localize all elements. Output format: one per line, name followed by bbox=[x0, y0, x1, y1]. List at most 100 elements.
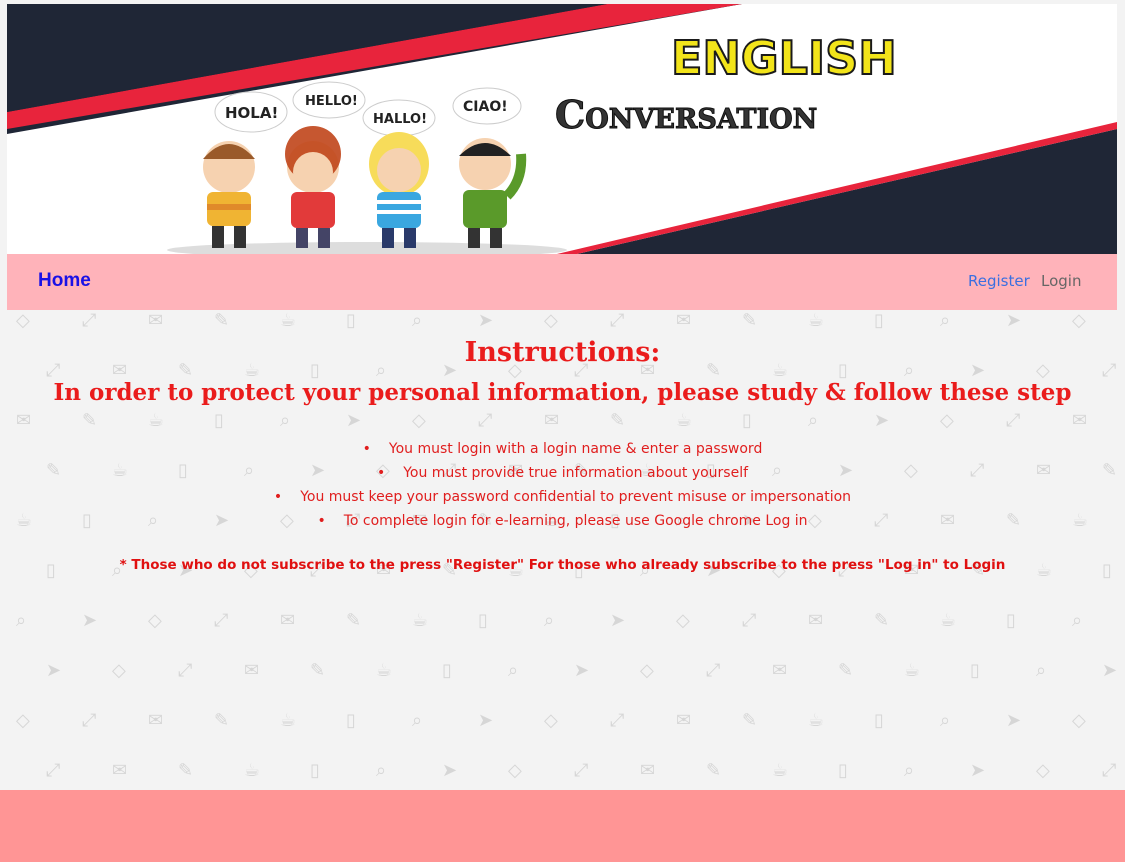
pattern-glyph: ⌕ bbox=[544, 610, 555, 631]
pattern-glyph: ☕ bbox=[808, 710, 825, 731]
pattern-glyph: ▯ bbox=[346, 310, 356, 331]
pattern-glyph: ➤ bbox=[610, 610, 626, 631]
pattern-glyph: ⌕ bbox=[376, 760, 387, 781]
pattern-glyph: ⤢ bbox=[610, 310, 625, 331]
carousel-next-button[interactable]: › bbox=[1019, 112, 1049, 152]
pattern-glyph: ✎ bbox=[742, 710, 758, 731]
pattern-glyph: ✉ bbox=[676, 310, 692, 331]
list-item: • You must login with a login name & ente… bbox=[0, 437, 1125, 461]
login-link[interactable]: Login bbox=[1041, 272, 1081, 290]
pattern-glyph: ☕ bbox=[412, 610, 429, 631]
pattern-glyph: ◇ bbox=[508, 760, 522, 781]
pattern-glyph: ✎ bbox=[838, 660, 854, 681]
pattern-glyph: ➤ bbox=[82, 610, 98, 631]
list-item: • You must keep your password confidentia… bbox=[0, 485, 1125, 509]
step-text: You must provide true information about … bbox=[403, 465, 749, 481]
instructions-section: Instructions: In order to protect your p… bbox=[0, 335, 1125, 573]
pattern-glyph: ⌕ bbox=[904, 760, 915, 781]
bullet: • bbox=[317, 513, 326, 529]
carousel-indicator-1[interactable] bbox=[511, 224, 541, 227]
pattern-glyph: ✎ bbox=[214, 310, 230, 331]
step-text: You must login with a login name & enter… bbox=[388, 441, 763, 457]
pattern-glyph: ☕ bbox=[376, 660, 393, 681]
pattern-glyph: ➤ bbox=[1006, 710, 1022, 731]
pattern-glyph: ✎ bbox=[346, 610, 362, 631]
pattern-glyph: ▯ bbox=[346, 710, 356, 731]
pattern-glyph: ◇ bbox=[1036, 760, 1050, 781]
pattern-glyph: ◇ bbox=[544, 710, 558, 731]
pattern-glyph: ⤢ bbox=[742, 610, 757, 631]
home-link[interactable]: Home bbox=[38, 270, 91, 292]
pattern-glyph: ✉ bbox=[148, 710, 164, 731]
pattern-glyph: ✎ bbox=[310, 660, 326, 681]
bullet: • bbox=[273, 489, 283, 505]
instructions-subtitle: In order to protect your personal inform… bbox=[53, 379, 1072, 406]
pattern-glyph: ✎ bbox=[178, 760, 194, 781]
character-yellow-shirt bbox=[203, 141, 255, 248]
pattern-glyph: ◇ bbox=[16, 310, 30, 331]
pattern-glyph: ⤢ bbox=[46, 760, 61, 781]
carousel-indicator-2[interactable] bbox=[547, 224, 577, 227]
pattern-glyph: ⌕ bbox=[16, 610, 27, 631]
pattern-glyph: ▯ bbox=[310, 760, 320, 781]
speech-bubble-hello: HELLO! bbox=[292, 81, 366, 119]
pattern-glyph: ◇ bbox=[676, 610, 690, 631]
pattern-glyph: ▯ bbox=[442, 660, 452, 681]
pattern-glyph: ⌕ bbox=[940, 710, 951, 731]
pattern-glyph: ☕ bbox=[280, 310, 297, 331]
pattern-glyph: ✎ bbox=[706, 760, 722, 781]
pattern-glyph: ➤ bbox=[1102, 660, 1118, 681]
pattern-glyph: ⤢ bbox=[214, 610, 229, 631]
pattern-glyph: ⌕ bbox=[1036, 660, 1047, 681]
pattern-glyph: ➤ bbox=[478, 310, 494, 331]
pattern-glyph: ◇ bbox=[544, 310, 558, 331]
speech-bubble-hola: HOLA! bbox=[214, 91, 288, 133]
pattern-glyph: ▯ bbox=[478, 610, 488, 631]
bullet: • bbox=[376, 465, 386, 481]
pattern-glyph: ⌕ bbox=[412, 710, 423, 731]
pattern-glyph: ➤ bbox=[574, 660, 590, 681]
chevron-left-icon: ‹ bbox=[86, 114, 98, 149]
chevron-right-icon: › bbox=[1028, 114, 1040, 149]
pattern-glyph: ✉ bbox=[808, 610, 824, 631]
pattern-glyph: ⌕ bbox=[412, 310, 423, 331]
carousel-indicator-3[interactable] bbox=[583, 224, 613, 227]
pattern-glyph: ⤢ bbox=[706, 660, 721, 681]
pattern-glyph: ⤢ bbox=[1102, 760, 1117, 781]
navbar: Home Register Login bbox=[7, 254, 1117, 310]
pattern-glyph: ☕ bbox=[772, 760, 789, 781]
pattern-glyph: ▯ bbox=[874, 710, 884, 731]
pattern-glyph: ⌕ bbox=[940, 310, 951, 331]
pattern-glyph: ✎ bbox=[874, 610, 890, 631]
pattern-glyph: ✎ bbox=[742, 310, 758, 331]
carousel-prev-button[interactable]: ‹ bbox=[77, 112, 107, 152]
pattern-glyph: ☕ bbox=[244, 760, 261, 781]
pattern-glyph: ◇ bbox=[112, 660, 126, 681]
step-text: To complete login for e-learning, please… bbox=[343, 513, 808, 529]
pattern-glyph: ✉ bbox=[112, 760, 128, 781]
pattern-glyph: ⌕ bbox=[1072, 610, 1083, 631]
svg-text:HALLO!: HALLO! bbox=[373, 112, 427, 127]
pattern-glyph: ✉ bbox=[676, 710, 692, 731]
pattern-glyph: ⤢ bbox=[610, 710, 625, 731]
pattern-glyph: ✉ bbox=[772, 660, 788, 681]
pattern-glyph: ◇ bbox=[16, 710, 30, 731]
list-item: • You must provide true information about… bbox=[0, 461, 1125, 485]
character-green-shirt bbox=[459, 138, 527, 248]
subscription-note: * Those who do not subscribe to the pres… bbox=[119, 557, 1006, 573]
banner-title-1: ENGLISH bbox=[671, 31, 897, 85]
pattern-glyph: ➤ bbox=[1006, 310, 1022, 331]
pattern-glyph: ➤ bbox=[46, 660, 62, 681]
pattern-glyph: ⤢ bbox=[82, 310, 97, 331]
instructions-title: Instructions: bbox=[464, 337, 661, 368]
pattern-glyph: ✎ bbox=[214, 710, 230, 731]
pattern-glyph: ☕ bbox=[904, 660, 921, 681]
list-item: • To complete login for e-learning, pleas… bbox=[0, 509, 1125, 533]
banner-title-2: Conversation bbox=[555, 92, 817, 137]
pattern-glyph: ▯ bbox=[1006, 610, 1016, 631]
character-blue-shirt bbox=[369, 132, 429, 248]
register-link[interactable]: Register bbox=[968, 272, 1030, 290]
step-text: You must keep your password confidential… bbox=[300, 489, 852, 505]
pattern-glyph: ▯ bbox=[838, 760, 848, 781]
instructions-list: • You must login with a login name & ente… bbox=[0, 437, 1125, 533]
